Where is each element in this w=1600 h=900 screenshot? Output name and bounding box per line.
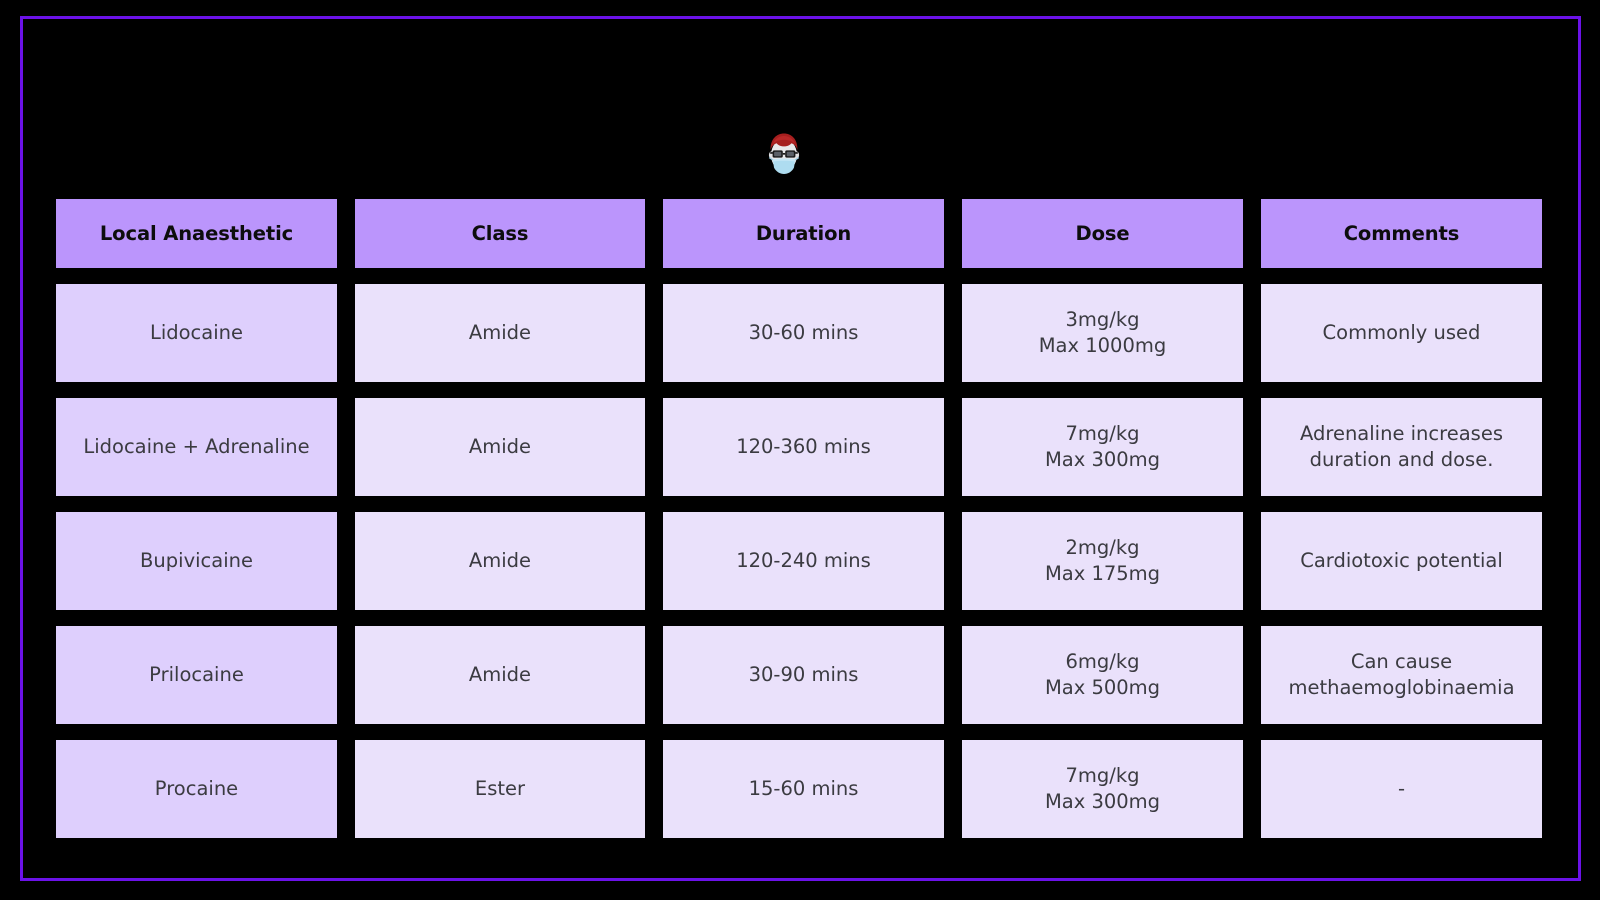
table-cell-class: Amide [355, 626, 645, 724]
table-cell-class: Ester [355, 740, 645, 838]
column-header-comments: Comments [1261, 199, 1542, 268]
table-cell-class: Amide [355, 512, 645, 610]
dose-rate: 7mg/kg [1065, 764, 1140, 788]
table-cell-dose: 2mg/kg Max 175mg [962, 512, 1243, 610]
dose-max: Max 1000mg [1038, 334, 1167, 357]
table-cell-anaesthetic: Lidocaine + Adrenaline [56, 398, 337, 496]
table-cell-class: Amide [355, 284, 645, 382]
column-header-duration: Duration [663, 199, 944, 268]
table-cell-anaesthetic: Procaine [56, 740, 337, 838]
table-cell-comments: Commonly used [1261, 284, 1542, 382]
table-cell-comments: Cardiotoxic potential [1261, 512, 1542, 610]
dose-max: Max 300mg [1044, 448, 1161, 471]
page-root: Local Anaesthetic Class Duration Dose Co… [0, 0, 1600, 900]
column-header-local-anaesthetic: Local Anaesthetic [56, 199, 337, 268]
dose-max: Max 500mg [1044, 676, 1161, 699]
table-cell-comments: Can cause methaemoglobinaemia [1261, 626, 1542, 724]
dose-rate: 2mg/kg [1065, 536, 1140, 560]
table-cell-comments: - [1261, 740, 1542, 838]
table-cell-anaesthetic: Bupivicaine [56, 512, 337, 610]
dose-max: Max 300mg [1044, 790, 1161, 813]
local-anaesthetics-table: Local Anaesthetic Class Duration Dose Co… [56, 199, 1542, 838]
table-cell-class: Amide [355, 398, 645, 496]
table-cell-anaesthetic: Lidocaine [56, 284, 337, 382]
doctor-avatar [760, 128, 808, 178]
table-cell-dose: 7mg/kg Max 300mg [962, 398, 1243, 496]
dose-max: Max 175mg [1044, 562, 1161, 585]
table-cell-anaesthetic: Prilocaine [56, 626, 337, 724]
column-header-class: Class [355, 199, 645, 268]
column-header-dose: Dose [962, 199, 1243, 268]
table-cell-duration: 15-60 mins [663, 740, 944, 838]
dose-rate: 3mg/kg [1065, 308, 1140, 332]
table-cell-duration: 120-240 mins [663, 512, 944, 610]
table-cell-dose: 3mg/kg Max 1000mg [962, 284, 1243, 382]
table-cell-dose: 6mg/kg Max 500mg [962, 626, 1243, 724]
table-cell-comments: Adrenaline increases duration and dose. [1261, 398, 1542, 496]
dose-rate: 7mg/kg [1065, 422, 1140, 446]
table-cell-duration: 30-60 mins [663, 284, 944, 382]
table-cell-duration: 120-360 mins [663, 398, 944, 496]
table-cell-duration: 30-90 mins [663, 626, 944, 724]
table-cell-dose: 7mg/kg Max 300mg [962, 740, 1243, 838]
dose-rate: 6mg/kg [1065, 650, 1140, 674]
